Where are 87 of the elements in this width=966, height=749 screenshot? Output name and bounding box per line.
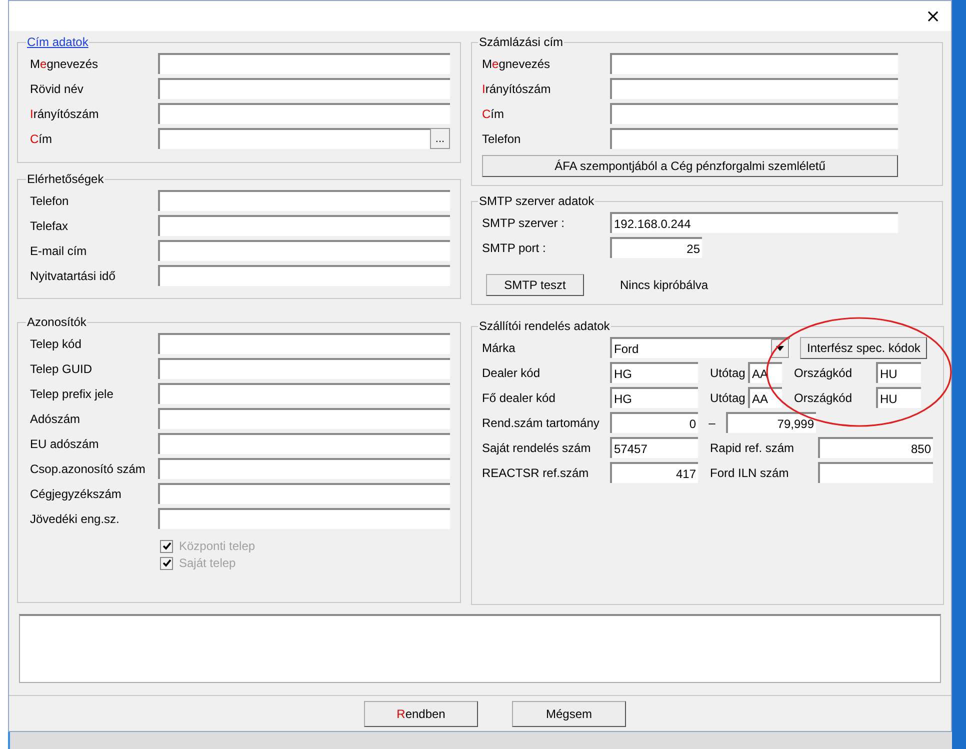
field-label: Rapid ref. szám — [709, 440, 796, 454]
input-field[interactable] — [610, 128, 898, 149]
input-field[interactable] — [158, 53, 450, 74]
field-label: Rend.szám tartomány — [482, 416, 600, 430]
close-button[interactable]: × — [915, 2, 951, 30]
field-label: Jövedéki eng.sz. — [30, 512, 120, 526]
field-label: Irányítószám — [30, 106, 100, 120]
section-link[interactable]: Cím adatok — [26, 35, 90, 49]
ok-button[interactable]: Rendben — [364, 700, 478, 726]
field-label: Saját rendelés szám — [482, 440, 592, 454]
field-label: Megnevezés — [30, 56, 100, 70]
input-field[interactable]: HG — [610, 387, 698, 408]
group-title: Számlázási cím — [478, 35, 564, 49]
memo-field[interactable] — [19, 614, 941, 683]
field-label: Megnevezés — [482, 56, 552, 70]
field-label: E-mail cím — [30, 244, 88, 258]
input-field[interactable] — [158, 458, 450, 479]
field-label: Rövid név — [30, 82, 84, 96]
input-field[interactable] — [158, 483, 450, 504]
input-field[interactable]: AA — [748, 387, 782, 408]
input-field[interactable]: 0 — [610, 412, 698, 433]
input-field[interactable] — [158, 333, 450, 354]
input-field[interactable] — [158, 383, 450, 404]
input-field[interactable]: HG — [610, 362, 698, 383]
field-label: Irányítószám — [482, 82, 552, 96]
field-label: Telefon — [30, 194, 70, 208]
input-field[interactable] — [158, 433, 450, 454]
field-label: Telep prefix jele — [30, 386, 114, 400]
input-field[interactable]: 850 — [818, 437, 933, 458]
field-label: Fő dealer kód — [482, 390, 556, 404]
input-field[interactable] — [158, 358, 450, 379]
input-field[interactable]: 57457 — [610, 437, 698, 458]
field-label: Csop.azonosító szám — [30, 462, 146, 476]
input-field[interactable]: 25 — [610, 237, 702, 258]
field-label: REACTSR ref.szám — [482, 466, 590, 480]
input-field[interactable]: 417 — [610, 462, 698, 483]
input-field[interactable] — [158, 103, 450, 124]
input-field[interactable] — [610, 78, 898, 99]
smtp-test-button[interactable]: SMTP teszt — [486, 274, 584, 296]
input-field[interactable] — [158, 78, 450, 99]
field-label: Ford ILN szám — [709, 466, 790, 480]
group-title: Elérhetőségek — [26, 172, 105, 186]
vat-button[interactable]: ÁFA szempontjából a Cég pénzforgalmi szemléletű — [482, 155, 898, 177]
group-title: Azonosítók — [26, 315, 88, 329]
field-label: Országkód — [793, 366, 854, 380]
field-label: Utótag — [709, 366, 746, 380]
input-field[interactable] — [158, 240, 450, 261]
input-field[interactable] — [610, 53, 898, 74]
brand-dropdown[interactable]: Ford — [610, 337, 790, 358]
input-field[interactable] — [610, 103, 898, 124]
field-label: EU adószám — [30, 436, 100, 450]
input-field[interactable]: HU — [876, 387, 921, 408]
field-label: SMTP port : — [482, 240, 547, 254]
input-field[interactable] — [158, 128, 430, 149]
test-status: Nincs kipróbálva — [620, 278, 708, 292]
input-field[interactable]: 79,999 — [726, 412, 816, 433]
interface-codes-button[interactable]: Interfész spec. kódok — [800, 336, 928, 358]
field-label: Nyitvatartási idő — [30, 268, 116, 282]
group-title: Szállítói rendelés adatok — [478, 319, 611, 333]
field-label: Telep GUID — [30, 362, 94, 376]
input-field[interactable] — [158, 265, 450, 286]
input-field[interactable] — [158, 508, 450, 529]
field-label: Dealer kód — [482, 366, 542, 380]
group-title: SMTP szerver adatok — [478, 194, 596, 208]
input-field[interactable]: 192.168.0.244 — [610, 212, 898, 233]
field-label: Telefax — [30, 218, 70, 232]
input-field[interactable] — [158, 190, 450, 211]
checkbox-label: Központi telep — [179, 539, 256, 553]
input-field[interactable] — [158, 215, 450, 236]
field-label: Cím — [30, 132, 54, 146]
field-label: Cím — [482, 106, 506, 120]
field-label: Telefon — [482, 132, 522, 146]
cancel-button[interactable]: Mégsem — [512, 700, 626, 726]
checkbox-label: Saját telep — [179, 556, 236, 570]
dropdown-arrow-icon[interactable] — [776, 346, 784, 351]
field-label: Adószám — [30, 412, 82, 426]
field-label: Országkód — [793, 390, 854, 404]
field-label: Cégjegyzékszám — [30, 486, 122, 500]
browse-button[interactable]: ... — [430, 128, 450, 149]
input-field[interactable] — [158, 408, 450, 429]
input-field[interactable] — [818, 462, 933, 483]
field-label: SMTP szerver : — [482, 216, 566, 230]
field-label: Utótag — [709, 390, 746, 404]
field-label: Márka — [482, 340, 516, 354]
range-dash: – — [708, 416, 716, 430]
field-label: Telep kód — [30, 336, 82, 350]
input-field[interactable]: HU — [876, 362, 921, 383]
